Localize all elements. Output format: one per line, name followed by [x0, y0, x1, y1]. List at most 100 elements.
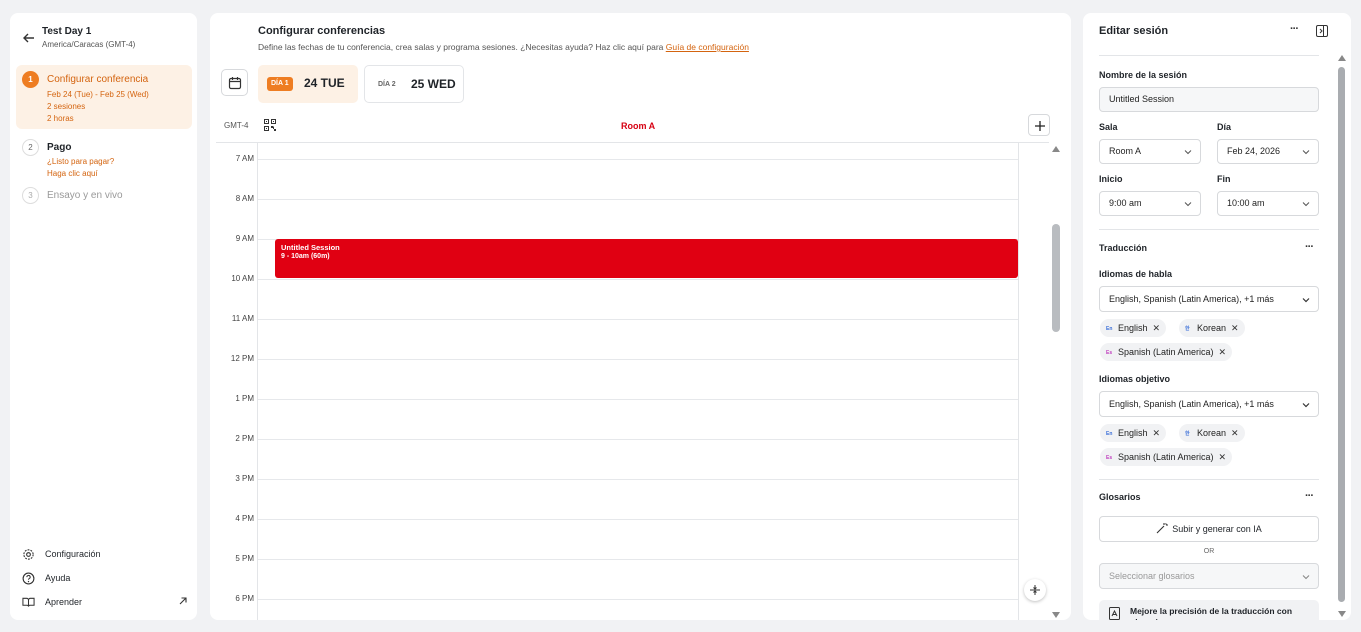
panel-collapse-icon[interactable] — [1316, 25, 1328, 37]
chevron-down-icon — [1184, 202, 1192, 207]
hour-label: 6 PM — [235, 594, 254, 603]
chip-label: Spanish (Latin America) — [1118, 452, 1214, 462]
back-arrow-icon[interactable] — [22, 31, 36, 45]
collapse-view-button[interactable] — [1024, 579, 1046, 601]
step-title: Pago — [47, 142, 72, 153]
spanish-flag-icon: Es — [1106, 455, 1113, 461]
glossary-select-placeholder: Seleccionar glosarios — [1109, 571, 1195, 581]
chevron-down-icon — [1302, 403, 1310, 408]
upload-button-label: Subir y generar con IA — [1172, 524, 1262, 534]
settings-label: Configuración — [45, 549, 101, 559]
glossary-select[interactable]: Seleccionar glosarios — [1099, 563, 1319, 589]
edit-session-panel: Editar sesión ··· Nombre de la sesión Un… — [1083, 13, 1351, 620]
end-time-value: 10:00 am — [1227, 198, 1265, 208]
scrollbar-thumb[interactable] — [1338, 67, 1345, 602]
korean-flag-icon: 한 — [1185, 326, 1190, 332]
chip-label: Korean — [1197, 428, 1227, 438]
step-date-range: Feb 24 (Tue) - Feb 25 (Wed) — [47, 90, 149, 99]
description-text: Define las fechas de tu conferencia, cre… — [258, 42, 666, 52]
translation-more-icon[interactable]: ··· — [1305, 241, 1314, 253]
day-date: 24 TUE — [304, 76, 345, 90]
hour-gridline — [258, 479, 1018, 480]
language-chip[interactable]: Es Spanish (Latin America) ✕ — [1100, 448, 1233, 466]
session-time: 9 - 10am (60m) — [281, 253, 330, 260]
step-configure-conference[interactable]: 1 Configurar conferencia Feb 24 (Tue) - … — [16, 65, 192, 129]
hour-label: 2 PM — [235, 434, 254, 443]
step-number: 1 — [22, 71, 39, 88]
room-select-value: Room A — [1109, 146, 1142, 156]
remove-icon[interactable]: ✕ — [1219, 347, 1227, 357]
hour-gridline — [258, 159, 1018, 160]
end-label: Fin — [1217, 174, 1231, 184]
scrollbar-thumb[interactable] — [1052, 224, 1060, 332]
chevron-down-icon — [1184, 150, 1192, 155]
chip-label: English — [1118, 428, 1148, 438]
hour-gridline — [258, 199, 1018, 200]
target-languages-value: English, Spanish (Latin America), +1 más — [1109, 399, 1274, 409]
scroll-down-arrow-icon[interactable] — [1338, 611, 1346, 617]
qr-code-icon[interactable] — [264, 119, 276, 131]
day-tab-2[interactable]: DÍA 2 25 WED — [364, 65, 464, 103]
end-time-select[interactable]: 10:00 am — [1217, 191, 1319, 216]
upload-generate-ai-button[interactable]: Subir y generar con IA — [1099, 516, 1319, 542]
language-chip[interactable]: Es Spanish (Latin America) ✕ — [1100, 343, 1233, 361]
chip-label: Spanish (Latin America) — [1118, 347, 1214, 357]
panel-scrollbar[interactable] — [1337, 55, 1347, 617]
spoken-languages-value: English, Spanish (Latin America), +1 más — [1109, 294, 1274, 304]
calendar-icon — [228, 77, 242, 90]
start-time-select[interactable]: 9:00 am — [1099, 191, 1201, 216]
schedule-grid[interactable]: Untitled Session 9 - 10am (60m) — [257, 143, 1019, 620]
session-block[interactable]: Untitled Session 9 - 10am (60m) — [275, 239, 1018, 278]
event-timezone: America/Caracas (GMT-4) — [42, 40, 136, 49]
hour-label: 5 PM — [235, 554, 254, 563]
language-chip[interactable]: En English ✕ — [1100, 319, 1167, 337]
spoken-languages-select[interactable]: English, Spanish (Latin America), +1 más — [1099, 286, 1319, 312]
day-select[interactable]: Feb 24, 2026 — [1217, 139, 1319, 164]
or-separator: OR — [1203, 548, 1215, 555]
language-chip[interactable]: 한 Korean ✕ — [1179, 319, 1245, 337]
target-languages-label: Idiomas objetivo — [1099, 374, 1171, 384]
glossaries-label: Glosarios — [1099, 492, 1141, 502]
remove-icon[interactable]: ✕ — [1231, 428, 1239, 438]
remove-icon[interactable]: ✕ — [1153, 428, 1161, 438]
chip-label: Korean — [1197, 323, 1227, 333]
day-select-value: Feb 24, 2026 — [1227, 146, 1281, 156]
language-chip[interactable]: En English ✕ — [1100, 424, 1167, 442]
step-payment[interactable]: 2 Pago ¿Listo para pagar? Haga clic aquí — [16, 133, 192, 179]
session-name-input[interactable]: Untitled Session — [1099, 87, 1319, 112]
add-room-button[interactable] — [1028, 114, 1050, 136]
day-badge: DÍA 2 — [378, 81, 396, 88]
gear-icon — [23, 549, 34, 560]
scroll-up-arrow-icon[interactable] — [1338, 55, 1346, 61]
compress-arrows-icon — [1030, 585, 1040, 595]
language-chip[interactable]: 한 Korean ✕ — [1179, 424, 1245, 442]
scroll-down-arrow-icon[interactable] — [1052, 612, 1060, 618]
hour-label: 9 AM — [235, 234, 254, 243]
schedule-scrollbar[interactable] — [1049, 146, 1063, 618]
remove-icon[interactable]: ✕ — [1219, 452, 1227, 462]
calendar-button[interactable] — [221, 69, 248, 96]
step-payment-link[interactable]: Haga clic aquí — [47, 169, 98, 178]
spoken-languages-label: Idiomas de habla — [1099, 269, 1173, 279]
hour-gridline — [258, 279, 1018, 280]
day-tab-1[interactable]: DÍA 1 24 TUE — [258, 65, 358, 103]
step-rehearsal-live[interactable]: 3 Ensayo y en vivo — [16, 185, 192, 205]
schedule-header: GMT-4 Room A — [216, 111, 1050, 143]
room-select[interactable]: Room A — [1099, 139, 1201, 164]
setup-guide-link[interactable]: Guía de configuración — [666, 42, 749, 52]
chevron-down-icon — [1302, 202, 1310, 207]
remove-icon[interactable]: ✕ — [1231, 323, 1239, 333]
scroll-up-arrow-icon[interactable] — [1052, 146, 1060, 152]
magic-wand-icon — [1156, 523, 1169, 534]
glossary-hint: Mejore la precisión de la traducción con… — [1099, 600, 1319, 620]
hour-gridline — [258, 359, 1018, 360]
glossaries-more-icon[interactable]: ··· — [1305, 490, 1314, 502]
book-icon — [22, 597, 35, 607]
more-options-icon[interactable]: ··· — [1290, 23, 1299, 35]
plus-icon — [1035, 121, 1045, 131]
target-languages-select[interactable]: English, Spanish (Latin America), +1 más — [1099, 391, 1319, 417]
room-column-header[interactable]: Room A — [621, 121, 655, 131]
remove-icon[interactable]: ✕ — [1153, 323, 1161, 333]
hour-label: 10 AM — [231, 274, 254, 283]
hour-gridline — [258, 319, 1018, 320]
